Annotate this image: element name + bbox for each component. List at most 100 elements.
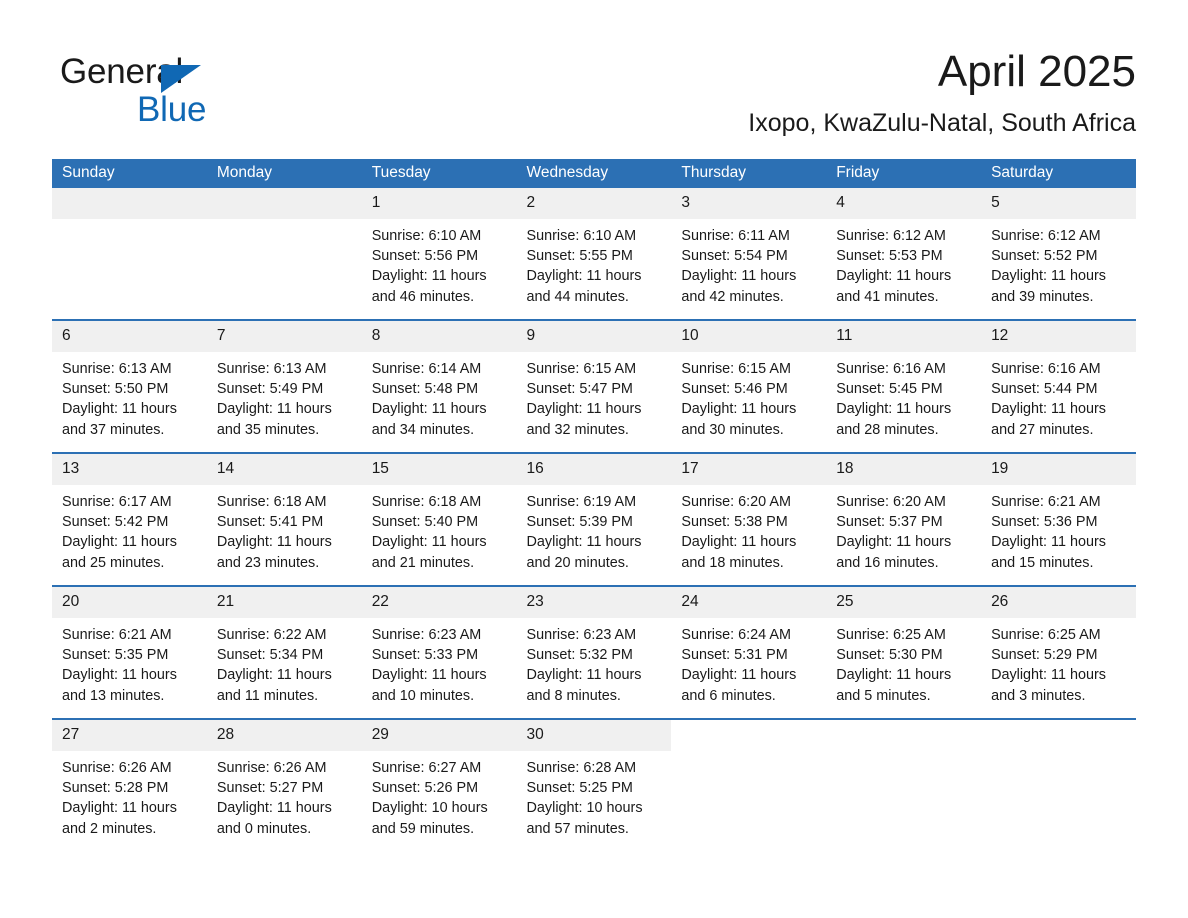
- calendar-day-cell[interactable]: 16 Sunrise: 6:19 AM Sunset: 5:39 PM Dayligh…: [516, 452, 672, 586]
- daylight-text: and 10 minutes.: [371, 687, 475, 704]
- day-number: 18: [826, 454, 982, 485]
- calendar-day-cell[interactable]: 20 Sunrise: 6:21 AM Sunset: 5:35 PM Dayligh…: [52, 585, 207, 719]
- day-details: Sunrise: 6:21 AM Sunset: 5:35 PM Daylight:…: [52, 618, 207, 706]
- sunset-text: Sunset: 5:35 PM: [62, 647, 169, 664]
- day-number: 15: [361, 454, 517, 485]
- day-number: 3: [671, 188, 827, 219]
- calendar-day-cell[interactable]: 23 Sunrise: 6:23 AM Sunset: 5:32 PM Dayligh…: [516, 585, 672, 719]
- calendar-day-cell[interactable]: 28 Sunrise: 6:26 AM Sunset: 5:27 PM Dayligh…: [206, 718, 362, 851]
- sunset-text: Sunset: 5:36 PM: [991, 514, 1098, 531]
- day-details: Sunrise: 6:15 AM Sunset: 5:47 PM Daylight:…: [517, 352, 672, 440]
- daylight-text: Daylight: 11 hours: [836, 268, 952, 285]
- day-number: 8: [361, 321, 517, 352]
- calendar-day-cell[interactable]: 30 Sunrise: 6:28 AM Sunset: 5:25 PM Dayligh…: [516, 718, 672, 851]
- day-number: [826, 720, 982, 751]
- sunset-text: Sunset: 5:31 PM: [681, 647, 788, 664]
- sunset-text: Sunset: 5:42 PM: [62, 514, 169, 531]
- sunrise-text: Sunrise: 6:28 AM: [526, 760, 637, 776]
- triangle-flag-icon: [161, 65, 201, 93]
- calendar-day-cell[interactable]: 25 Sunrise: 6:25 AM Sunset: 5:30 PM Dayligh…: [826, 585, 982, 719]
- daylight-text: Daylight: 11 hours: [526, 401, 642, 418]
- calendar-day-cell[interactable]: 18 Sunrise: 6:20 AM Sunset: 5:37 PM Dayligh…: [826, 452, 982, 586]
- daylight-text: and 34 minutes.: [371, 421, 475, 438]
- sunrise-text: Sunrise: 6:25 AM: [836, 627, 946, 643]
- day-number: 5: [981, 188, 1136, 219]
- day-number: 21: [206, 587, 362, 618]
- sunrise-text: Sunrise: 6:12 AM: [836, 228, 946, 244]
- calendar-day-cell[interactable]: 11 Sunrise: 6:16 AM Sunset: 5:45 PM Dayligh…: [826, 319, 982, 453]
- calendar-day-cell[interactable]: 10 Sunrise: 6:15 AM Sunset: 5:46 PM Dayligh…: [671, 319, 827, 453]
- calendar-day-cell[interactable]: 17 Sunrise: 6:20 AM Sunset: 5:38 PM Dayligh…: [671, 452, 827, 586]
- calendar-day-cell[interactable]: 14 Sunrise: 6:18 AM Sunset: 5:41 PM Dayligh…: [206, 452, 362, 586]
- day-details: Sunrise: 6:11 AM Sunset: 5:54 PM Daylight:…: [671, 219, 826, 307]
- calendar-day-cell[interactable]: 8 Sunrise: 6:14 AM Sunset: 5:48 PM Daylight…: [361, 319, 517, 453]
- daylight-text: Daylight: 10 hours: [526, 800, 643, 817]
- daylight-text: Daylight: 11 hours: [371, 534, 487, 551]
- day-number: 23: [516, 587, 672, 618]
- sunrise-text: Sunrise: 6:12 AM: [991, 228, 1101, 244]
- calendar-day-cell-empty: [671, 718, 827, 851]
- daylight-text: Daylight: 10 hours: [371, 800, 488, 817]
- weekday-header-friday: Friday: [826, 159, 982, 188]
- day-details: Sunrise: 6:27 AM Sunset: 5:26 PM Daylight:…: [362, 751, 517, 839]
- sunrise-text: Sunrise: 6:14 AM: [371, 361, 482, 377]
- daylight-text: Daylight: 11 hours: [62, 401, 177, 418]
- day-details: [981, 751, 1136, 758]
- sunrise-text: Sunrise: 6:11 AM: [681, 228, 790, 244]
- sunset-text: Sunset: 5:28 PM: [62, 780, 169, 797]
- day-details: Sunrise: 6:21 AM Sunset: 5:36 PM Daylight:…: [981, 485, 1136, 573]
- daylight-text: Daylight: 11 hours: [526, 534, 642, 551]
- daylight-text: Daylight: 11 hours: [371, 667, 487, 684]
- daylight-text: and 2 minutes.: [62, 820, 157, 837]
- calendar-day-cell[interactable]: 2 Sunrise: 6:10 AM Sunset: 5:55 PM Daylight…: [516, 188, 672, 320]
- daylight-text: and 27 minutes.: [991, 421, 1094, 438]
- calendar-day-cell[interactable]: 7 Sunrise: 6:13 AM Sunset: 5:49 PM Daylight…: [206, 319, 362, 453]
- weekday-header-saturday: Saturday: [981, 159, 1136, 188]
- calendar-day-cell[interactable]: 9 Sunrise: 6:15 AM Sunset: 5:47 PM Daylight…: [516, 319, 672, 453]
- calendar-week-row: 20 Sunrise: 6:21 AM Sunset: 5:35 PM Dayligh…: [52, 585, 1136, 719]
- day-details: Sunrise: 6:17 AM Sunset: 5:42 PM Daylight:…: [52, 485, 207, 573]
- daylight-text: and 59 minutes.: [371, 820, 475, 837]
- day-number: 13: [52, 454, 207, 485]
- daylight-text: and 16 minutes.: [836, 554, 939, 571]
- calendar-day-cell[interactable]: 21 Sunrise: 6:22 AM Sunset: 5:34 PM Dayligh…: [206, 585, 362, 719]
- location-subtitle: Ixopo, KwaZulu-Natal, South Africa: [748, 109, 1136, 137]
- weekday-header-wednesday: Wednesday: [516, 159, 672, 188]
- calendar-day-cell[interactable]: 15 Sunrise: 6:18 AM Sunset: 5:40 PM Dayligh…: [361, 452, 517, 586]
- daylight-text: Daylight: 11 hours: [216, 401, 332, 418]
- daylight-text: and 57 minutes.: [526, 820, 629, 837]
- day-details: [671, 751, 826, 758]
- day-details: Sunrise: 6:19 AM Sunset: 5:39 PM Daylight:…: [517, 485, 672, 573]
- day-number: 10: [671, 321, 827, 352]
- sunrise-text: Sunrise: 6:26 AM: [216, 760, 327, 776]
- daylight-text: Daylight: 11 hours: [681, 268, 797, 285]
- calendar-day-cell[interactable]: 19 Sunrise: 6:21 AM Sunset: 5:36 PM Dayligh…: [981, 452, 1136, 586]
- daylight-text: and 46 minutes.: [371, 288, 475, 305]
- calendar-day-cell[interactable]: 24 Sunrise: 6:24 AM Sunset: 5:31 PM Dayligh…: [671, 585, 827, 719]
- sunrise-text: Sunrise: 6:26 AM: [62, 760, 172, 776]
- calendar-day-cell[interactable]: 5 Sunrise: 6:12 AM Sunset: 5:52 PM Daylight…: [981, 188, 1136, 320]
- daylight-text: and 11 minutes.: [216, 687, 319, 704]
- calendar-day-cell[interactable]: 1 Sunrise: 6:10 AM Sunset: 5:56 PM Daylight…: [361, 188, 517, 320]
- day-details: Sunrise: 6:28 AM Sunset: 5:25 PM Daylight:…: [517, 751, 672, 839]
- sunset-text: Sunset: 5:38 PM: [681, 514, 788, 531]
- calendar-day-cell[interactable]: 3 Sunrise: 6:11 AM Sunset: 5:54 PM Daylight…: [671, 188, 827, 320]
- general-blue-logo[interactable]: General Blue: [60, 52, 320, 136]
- calendar-day-cell[interactable]: 26 Sunrise: 6:25 AM Sunset: 5:29 PM Dayligh…: [981, 585, 1136, 719]
- day-details: [207, 219, 362, 226]
- daylight-text: and 39 minutes.: [991, 288, 1094, 305]
- calendar-day-cell[interactable]: 13 Sunrise: 6:17 AM Sunset: 5:42 PM Dayligh…: [52, 452, 207, 586]
- day-number: 6: [52, 321, 207, 352]
- daylight-text: and 6 minutes.: [681, 687, 776, 704]
- daylight-text: and 8 minutes.: [526, 687, 621, 704]
- calendar-day-cell[interactable]: 12 Sunrise: 6:16 AM Sunset: 5:44 PM Dayligh…: [981, 319, 1136, 453]
- calendar-day-cell[interactable]: 4 Sunrise: 6:12 AM Sunset: 5:53 PM Daylight…: [826, 188, 982, 320]
- calendar-day-cell[interactable]: 27 Sunrise: 6:26 AM Sunset: 5:28 PM Dayligh…: [52, 718, 207, 851]
- calendar-day-cell[interactable]: 6 Sunrise: 6:13 AM Sunset: 5:50 PM Daylight…: [52, 319, 207, 453]
- daylight-text: Daylight: 11 hours: [681, 401, 797, 418]
- day-details: Sunrise: 6:15 AM Sunset: 5:46 PM Daylight:…: [671, 352, 826, 440]
- day-number: 20: [52, 587, 207, 618]
- calendar-day-cell[interactable]: 22 Sunrise: 6:23 AM Sunset: 5:33 PM Dayligh…: [361, 585, 517, 719]
- daylight-text: Daylight: 11 hours: [991, 667, 1106, 684]
- calendar-day-cell[interactable]: 29 Sunrise: 6:27 AM Sunset: 5:26 PM Dayligh…: [361, 718, 517, 851]
